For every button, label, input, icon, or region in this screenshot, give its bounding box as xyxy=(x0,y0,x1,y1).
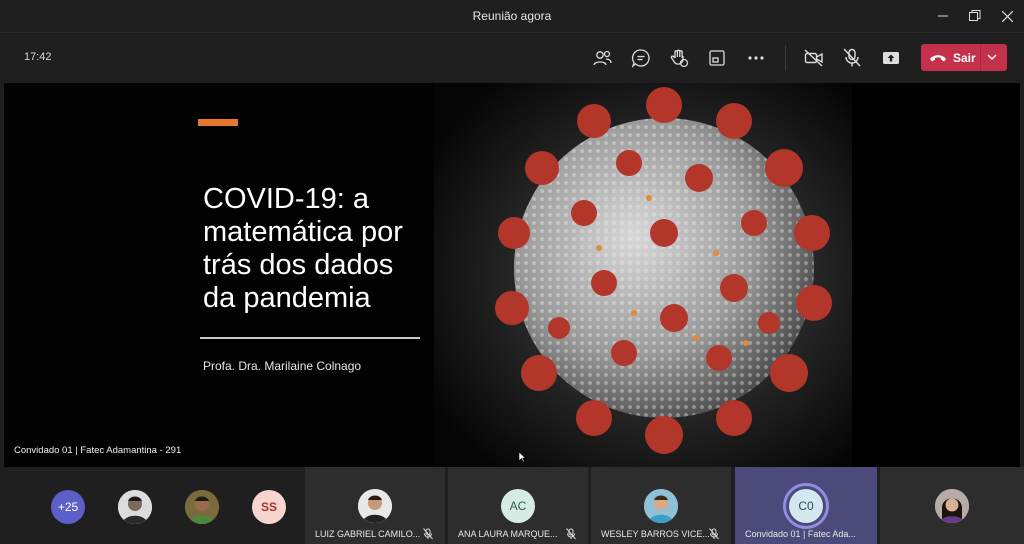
participant-name: Convidado 01 | Fatec Ada... xyxy=(745,529,856,539)
participants-button[interactable] xyxy=(589,45,615,71)
participant-tile-active-speaker[interactable]: C0 Convidado 01 | Fatec Ada... xyxy=(735,467,877,544)
slide-divider xyxy=(200,337,420,339)
window-title: Reunião agora xyxy=(472,9,552,23)
participant-tile[interactable]: WESLEY BARROS VICE... xyxy=(591,467,731,544)
more-actions-button[interactable] xyxy=(743,45,769,71)
participant-tile[interactable]: AC ANA LAURA MARQUE... xyxy=(448,467,588,544)
camera-toggle-button[interactable] xyxy=(801,45,827,71)
share-tray-icon xyxy=(883,52,899,64)
people-icon xyxy=(593,50,612,66)
close-window-button[interactable] xyxy=(996,6,1018,26)
shared-content-area: COVID-19: a matemática por trás dos dado… xyxy=(4,83,1020,467)
chevron-down-icon[interactable] xyxy=(985,48,999,66)
participant-strip: +25 SS LUIZ GABRIEL CAMILO... AC ANA LAU… xyxy=(0,467,1024,544)
chat-button[interactable] xyxy=(628,45,654,71)
slide-title: COVID-19: a matemática por trás dos dado… xyxy=(203,183,403,314)
person-photo-icon xyxy=(644,489,678,523)
more-icon xyxy=(748,56,764,60)
participant-name: LUIZ GABRIEL CAMILO... xyxy=(315,529,421,539)
more-participants-badge[interactable]: +25 xyxy=(51,490,85,524)
participant-avatar xyxy=(644,489,678,523)
slide-author: Profa. Dra. Marilaine Colnago xyxy=(203,359,362,373)
title-bar: Reunião agora xyxy=(0,0,1024,33)
restore-icon xyxy=(969,10,981,21)
participant-avatar[interactable] xyxy=(185,490,219,524)
raise-hand-icon xyxy=(670,49,689,68)
person-photo-icon xyxy=(358,489,392,523)
breakout-rooms-icon xyxy=(709,50,725,66)
person-photo-icon xyxy=(118,490,152,524)
reactions-button[interactable] xyxy=(666,45,692,71)
participant-tile[interactable]: LUIZ GABRIEL CAMILO... xyxy=(305,467,445,544)
minimize-button[interactable] xyxy=(932,6,954,26)
minimize-icon xyxy=(938,15,948,17)
participant-avatar: AC xyxy=(501,489,535,523)
mouse-cursor-icon xyxy=(518,451,526,463)
chat-icon xyxy=(631,49,650,68)
rooms-button[interactable] xyxy=(704,45,730,71)
participant-tile[interactable] xyxy=(880,467,1024,544)
participant-avatar[interactable] xyxy=(118,490,152,524)
mic-off-icon xyxy=(843,48,861,67)
leave-label: Sair xyxy=(953,50,976,65)
camera-off-icon xyxy=(804,49,823,67)
mic-off-icon xyxy=(566,528,576,540)
participant-name: WESLEY BARROS VICE... xyxy=(601,529,710,539)
participant-avatar: C0 xyxy=(789,489,823,523)
participant-avatar[interactable]: SS xyxy=(252,490,286,524)
mic-off-icon xyxy=(709,528,719,540)
participant-name: ANA LAURA MARQUE... xyxy=(458,529,558,539)
close-icon xyxy=(1001,10,1013,22)
leave-button[interactable]: Sair xyxy=(921,44,1007,71)
participant-avatar xyxy=(935,489,969,523)
participant-avatar xyxy=(358,489,392,523)
restore-button[interactable] xyxy=(964,6,986,26)
mic-off-icon xyxy=(423,528,433,540)
presentation-slide: COVID-19: a matemática por trás dos dado… xyxy=(4,83,852,467)
person-photo-icon xyxy=(935,489,969,523)
slide-accent-bar xyxy=(198,119,238,126)
meeting-toolbar: 17:42 Sair xyxy=(0,33,1024,83)
share-screen-button[interactable] xyxy=(878,45,904,71)
meeting-timer: 17:42 xyxy=(24,51,52,63)
presenter-label: Convidado 01 | Fatec Adamantina - 291 xyxy=(14,445,182,456)
hang-up-icon xyxy=(930,54,946,61)
mic-toggle-button[interactable] xyxy=(839,45,865,71)
toolbar-divider xyxy=(785,45,786,71)
coronavirus-image xyxy=(434,83,852,467)
person-photo-icon xyxy=(185,490,219,524)
